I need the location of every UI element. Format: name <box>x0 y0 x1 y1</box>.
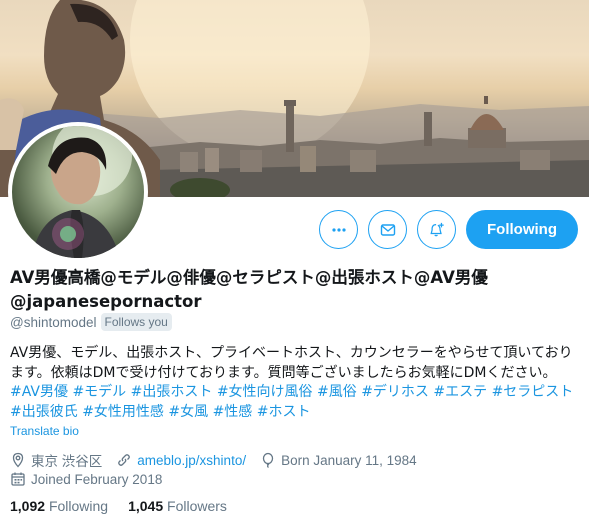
hashtag-link[interactable]: #女性用性感 <box>82 404 164 420</box>
joined-text: Joined February 2018 <box>31 471 163 487</box>
birthday-item: Born January 11, 1984 <box>260 452 417 468</box>
hashtag-link[interactable]: #性感 <box>213 404 253 420</box>
website-item: ameblo.jp/xshinto/ <box>116 452 246 468</box>
followers-count: 1,045 <box>128 498 164 514</box>
mail-icon <box>380 223 395 236</box>
avatar[interactable] <box>8 122 148 262</box>
hashtag-link[interactable]: #デリホス <box>361 384 429 400</box>
hashtag-link[interactable]: #セラピスト <box>492 384 574 400</box>
hashtag-link[interactable]: #AV男優 <box>10 384 68 400</box>
link-icon <box>118 454 131 466</box>
birthday-text: Born January 11, 1984 <box>281 452 417 468</box>
followers-stat[interactable]: 1,045 Followers <box>128 498 227 514</box>
hashtag-link[interactable]: #モデル <box>72 384 126 400</box>
location-text: 東京 渋谷区 <box>31 454 103 469</box>
profile-bio: AV男優、モデル、出張ホスト、プライベートホスト、カウンセラーをやらせて頂いてお… <box>10 344 582 422</box>
more-button[interactable] <box>319 210 359 249</box>
follows-you-badge: Follows you <box>100 313 172 331</box>
location-pin-icon <box>12 452 24 468</box>
hashtag-link[interactable]: #女風 <box>168 404 208 420</box>
following-label: Following <box>48 498 109 514</box>
website-link[interactable]: ameblo.jp/xshinto/ <box>137 453 246 468</box>
hashtag-link[interactable]: #風俗 <box>317 384 357 400</box>
joined-row: Joined February 2018 <box>10 471 176 487</box>
followers-label: Followers <box>167 498 227 514</box>
location-item: 東京 渋谷区 <box>10 450 102 470</box>
translate-bio-link[interactable]: Translate bio <box>10 424 79 438</box>
display-name: AV男優高橋@モデル@俳優@セラピスト@出張ホスト@AV男優@japanesep… <box>10 268 488 311</box>
balloon-icon <box>262 452 274 468</box>
avatar-photo <box>32 126 132 258</box>
hashtag-link[interactable]: #出張彼氏 <box>10 404 78 420</box>
profile-actions: Following <box>319 210 578 249</box>
more-icon <box>331 227 346 232</box>
follow-stats: 1,092 Following 1,045 Followers <box>10 498 247 514</box>
message-button[interactable] <box>368 210 408 249</box>
following-button[interactable]: Following <box>466 210 578 249</box>
hashtag-link[interactable]: #エステ <box>433 384 487 400</box>
handle-row: @shintomodel Follows you <box>10 313 172 331</box>
following-stat[interactable]: 1,092 Following <box>10 498 108 514</box>
hashtag-link[interactable]: #女性向け風俗 <box>217 384 313 400</box>
following-count: 1,092 <box>10 498 46 514</box>
hashtag-link[interactable]: #出張ホスト <box>131 384 213 400</box>
profile-meta: 東京 渋谷区 ameblo.jp/xshinto/ Born January 1… <box>10 450 431 470</box>
hashtag-link[interactable]: #ホスト <box>257 404 311 420</box>
joined-item: Joined February 2018 <box>10 471 162 487</box>
bio-text: AV男優、モデル、出張ホスト、プライベートホスト、カウンセラーをやらせて頂いてお… <box>10 345 573 381</box>
calendar-icon <box>11 472 25 486</box>
bell-plus-icon <box>429 222 444 236</box>
user-handle: @shintomodel <box>10 314 97 330</box>
notify-button[interactable] <box>417 210 457 249</box>
